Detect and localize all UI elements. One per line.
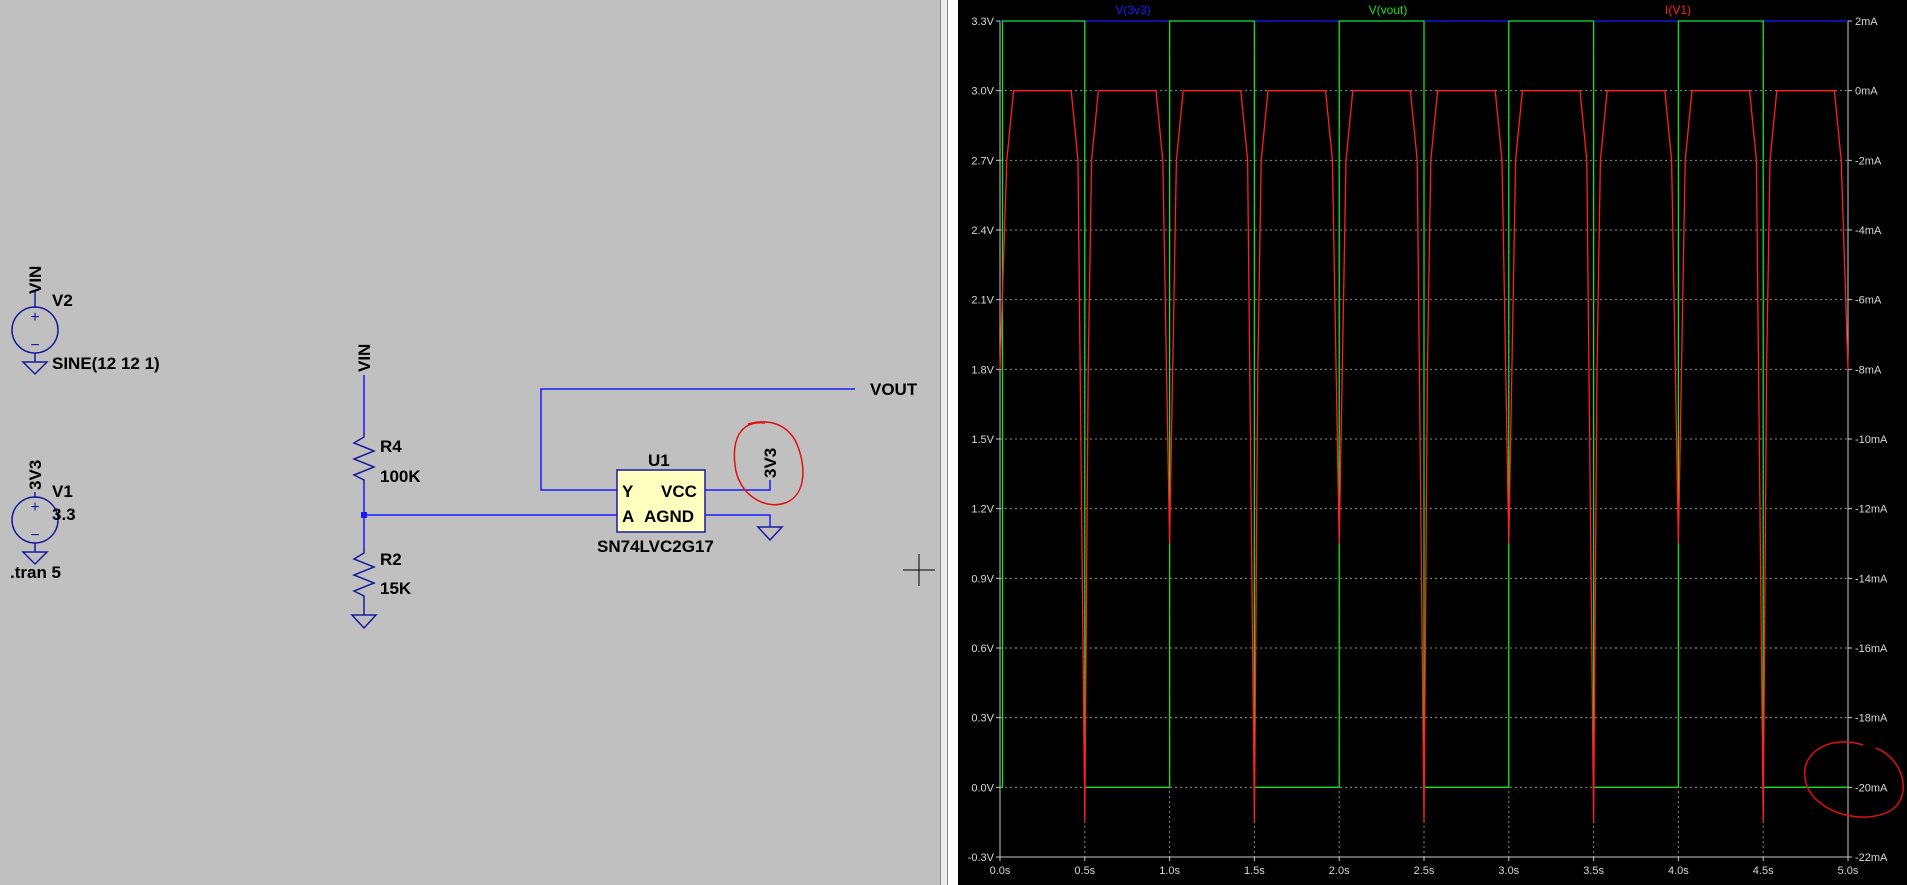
annotation-circle: [1804, 741, 1904, 818]
v1-voltage-source[interactable]: + −: [11, 492, 59, 566]
trace-label-i-v1-[interactable]: I(V1): [1665, 3, 1691, 17]
y2-tick-label: -10mA: [1855, 434, 1888, 446]
u1-part-label: SN74LVC2G17: [597, 537, 714, 556]
u1-pin-a: A: [622, 507, 634, 526]
schematic-canvas[interactable]: + − VIN V2 SINE(12 12 1) + − 3V3 V1 3.3 …: [0, 0, 940, 885]
u1-pin-vcc: VCC: [661, 482, 697, 501]
y-tick-label: 1.2V: [971, 504, 994, 516]
waveform-plot[interactable]: 3.3V 2mA 3.0V 0mA 2.7V -2mA 2.4V -4mA 2.1V -6mA 1.…: [958, 0, 1907, 885]
u1-pin-y: Y: [622, 482, 634, 501]
x-tick-label: 4.5s: [1753, 865, 1774, 877]
svg-text:+: +: [30, 309, 39, 326]
trace-v-vout-[interactable]: [1000, 20, 1848, 788]
y-tick-label: 0.9V: [971, 573, 994, 585]
v2-name-label: V2: [52, 291, 73, 310]
trace-label-v-3v3-[interactable]: V(3v3): [1115, 3, 1150, 17]
x-tick-label: 0.0s: [990, 865, 1011, 877]
x-tick-label: 1.5s: [1244, 865, 1265, 877]
r2-name-label: R2: [380, 550, 402, 569]
trace-label-v-vout-[interactable]: V(vout): [1369, 3, 1408, 17]
y-tick-label: 2.4V: [971, 225, 994, 237]
y2-tick-label: -18mA: [1855, 713, 1888, 725]
v1-net-label: 3V3: [26, 460, 45, 490]
vcc-net-label: 3V3: [761, 448, 780, 478]
y2-tick-label: -22mA: [1855, 852, 1888, 864]
y-tick-label: 3.3V: [971, 16, 994, 28]
v1-value-label: 3.3: [52, 505, 76, 524]
y-tick-label: 0.6V: [971, 643, 994, 655]
v2-net-label: VIN: [26, 266, 45, 294]
y-tick-label: 0.3V: [971, 713, 994, 725]
svg-text:−: −: [30, 337, 39, 354]
u1-name-label: U1: [648, 451, 670, 470]
crosshair-cursor-icon: [903, 554, 935, 586]
r4-name-label: R4: [380, 437, 402, 456]
v2-value-label: SINE(12 12 1): [52, 354, 160, 373]
svg-text:−: −: [30, 527, 39, 544]
y2-tick-label: 0mA: [1855, 86, 1878, 98]
x-tick-label: 5.0s: [1838, 865, 1859, 877]
r4-resistor[interactable]: [351, 432, 377, 484]
y2-tick-label: -20mA: [1855, 782, 1888, 794]
x-tick-label: 1.0s: [1159, 865, 1180, 877]
wire[interactable]: [705, 480, 771, 491]
y-tick-label: 0.0V: [971, 782, 994, 794]
divider-net-label: VIN: [355, 344, 374, 372]
y2-tick-label: -2mA: [1855, 155, 1882, 167]
y2-tick-label: -8mA: [1855, 364, 1882, 376]
wire[interactable]: [705, 514, 771, 527]
y-tick-label: 1.5V: [971, 434, 994, 446]
x-tick-label: 3.5s: [1583, 865, 1604, 877]
schematic-editor[interactable]: + − VIN V2 SINE(12 12 1) + − 3V3 V1 3.3 …: [0, 0, 940, 885]
x-tick-label: 2.0s: [1329, 865, 1350, 877]
spice-directive[interactable]: .tran 5: [10, 563, 61, 582]
svg-text:+: +: [30, 499, 39, 516]
y-tick-label: 3.0V: [971, 86, 994, 98]
r2-resistor[interactable]: [351, 548, 377, 615]
y2-tick-label: 2mA: [1855, 16, 1878, 28]
waveform-viewer[interactable]: 3.3V 2mA 3.0V 0mA 2.7V -2mA 2.4V -4mA 2.1V -6mA 1.…: [958, 0, 1907, 885]
u1-pin-agnd: AGND: [644, 507, 694, 526]
y-tick-label: 1.8V: [971, 364, 994, 376]
y2-tick-label: -16mA: [1855, 643, 1888, 655]
r4-value-label: 100K: [380, 467, 421, 486]
y2-tick-label: -12mA: [1855, 504, 1888, 516]
y-tick-label: 2.1V: [971, 295, 994, 307]
vout-net-label: VOUT: [870, 380, 918, 399]
y2-tick-label: -6mA: [1855, 295, 1882, 307]
ground-icon: [21, 361, 49, 376]
y-tick-label: -0.3V: [968, 852, 995, 864]
x-tick-label: 3.0s: [1498, 865, 1519, 877]
y2-tick-label: -14mA: [1855, 573, 1888, 585]
pane-splitter[interactable]: [940, 0, 948, 885]
x-tick-label: 0.5s: [1074, 865, 1095, 877]
y-tick-label: 2.7V: [971, 155, 994, 167]
v1-name-label: V1: [52, 482, 73, 501]
ground-icon: [756, 526, 784, 542]
ground-icon: [350, 614, 378, 630]
x-tick-label: 4.0s: [1668, 865, 1689, 877]
y2-tick-label: -4mA: [1855, 225, 1882, 237]
x-tick-label: 2.5s: [1414, 865, 1435, 877]
r2-value-label: 15K: [380, 579, 412, 598]
